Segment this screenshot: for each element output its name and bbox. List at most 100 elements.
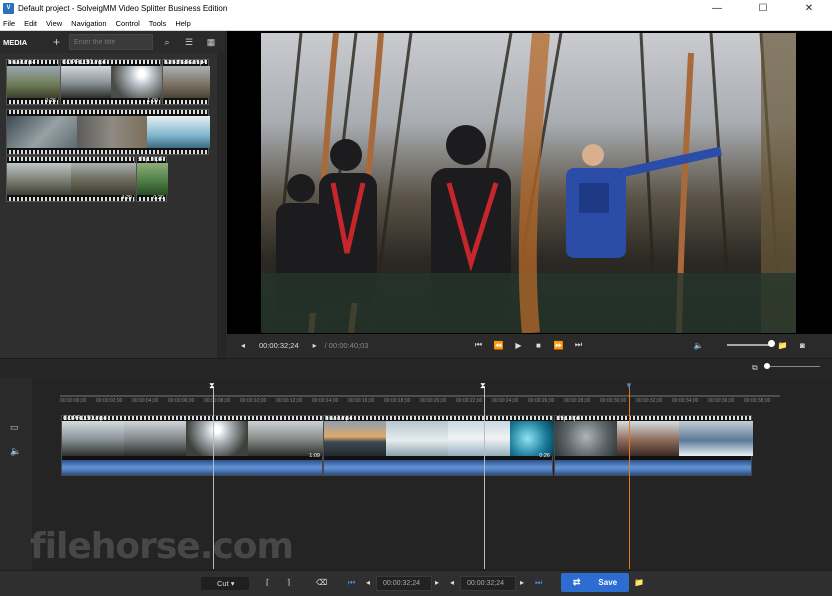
menu-bar: File Edit View Navigation Control Tools … (0, 16, 832, 31)
output-folder-icon[interactable]: 📁 (634, 578, 644, 587)
ruler-tick: 00:00:36;00 (708, 398, 735, 404)
media-scrollbar[interactable] (217, 53, 225, 358)
marker-icon[interactable]: ⧗ (480, 381, 486, 391)
minimize-button[interactable]: — (694, 3, 740, 14)
ruler-tick: 00:00:20;00 (420, 398, 447, 404)
media-search-input[interactable] (69, 34, 153, 50)
mode-dropdown[interactable]: Cut ▾ (201, 577, 249, 590)
clip-duration: 1:09 (309, 453, 320, 459)
media-clip[interactable]: brasil.mp4 0:26 (6, 59, 60, 105)
audio-waveform (555, 460, 751, 475)
go-start-icon[interactable]: ⏮ (468, 340, 488, 350)
ruler-tick: 00:00:22;00 (456, 398, 483, 404)
clip-name: GOPR1150.mp4 (62, 60, 106, 66)
clip-name: kamchatka.mp4 (164, 60, 207, 66)
mark-out-icon[interactable]: ⌉ (287, 578, 290, 587)
media-clip[interactable]: GOPR1150.mp4 1:09 (60, 59, 162, 105)
clip-duration: 4:20 (121, 195, 132, 201)
zoom-knob[interactable] (764, 363, 770, 369)
stop-icon[interactable]: ■ (528, 341, 548, 350)
zoom-icon[interactable]: ⧉ (752, 363, 758, 373)
go-end-icon[interactable]: ⏭ (568, 340, 588, 350)
step-back-icon[interactable]: ⏪ (488, 341, 508, 350)
audio-track-icon[interactable]: 🔈 (10, 446, 21, 457)
app-icon: V (3, 2, 14, 14)
clip-duration: 1:09 (147, 98, 158, 104)
timeline-ruler[interactable]: 00:00:00;00 00:00:02;00 00:00:04;00 00:0… (60, 388, 780, 406)
ruler-tick: 00:00:38;00 (744, 398, 771, 404)
go-next-marker-icon[interactable]: ⏭ (535, 578, 542, 588)
tc1-prev-icon[interactable]: ◂ (366, 578, 370, 587)
ruler-tick: 00:00:14;00 (312, 398, 339, 404)
delete-segment-icon[interactable]: ⌫ (316, 578, 327, 587)
folder-icon[interactable]: 📁 (772, 341, 792, 350)
add-media-button[interactable]: + (53, 35, 69, 49)
prev-frame-icon[interactable]: ◂ (233, 341, 253, 350)
grid-view-icon[interactable]: ▦ (203, 34, 219, 50)
mode-label: Cut (217, 579, 229, 588)
close-button[interactable]: ✕ (786, 3, 832, 14)
marker-icon[interactable]: ⧗ (209, 381, 215, 391)
volume-slider[interactable] (727, 344, 771, 346)
volume-icon[interactable]: 🔈 (688, 341, 708, 350)
timeline-clip[interactable]: ship.mp4 (554, 415, 753, 476)
segment-marker[interactable] (484, 386, 485, 569)
playhead[interactable] (629, 386, 630, 569)
ruler-tick: 00:00:12;00 (276, 398, 303, 404)
audio-waveform (324, 460, 552, 475)
volume-knob[interactable] (768, 340, 775, 347)
video-player (227, 31, 832, 334)
mark-in-icon[interactable]: ⌈ (266, 578, 269, 587)
clip-duration: 0:26 (539, 453, 550, 459)
ruler-tick: 00:00:08;00 (204, 398, 231, 404)
marker-in-timecode[interactable]: 00:00:32;24 (376, 576, 432, 591)
save-label: Save (598, 578, 618, 587)
save-button[interactable]: ⇄ Save (561, 573, 629, 592)
clip-duration: 0:20 (153, 195, 164, 201)
zoom-slider[interactable] (765, 366, 820, 367)
ruler-tick: 00:00:32;00 (636, 398, 663, 404)
maximize-button[interactable]: ☐ (740, 3, 786, 14)
search-icon[interactable]: ⌕ (159, 34, 175, 50)
video-track-icon[interactable]: ▭ (10, 422, 19, 433)
marker-out-timecode[interactable]: 00:00:32;24 (460, 576, 516, 591)
go-prev-marker-icon[interactable]: ⏮ (348, 578, 355, 588)
media-clip[interactable]: ship.mp4 0:20 (136, 156, 168, 202)
menu-navigation[interactable]: Navigation (71, 19, 106, 28)
tc2-prev-icon[interactable]: ◂ (450, 578, 454, 587)
timeline-clip[interactable]: GOPR1150.mp4 1:09 (61, 415, 324, 476)
ruler-tick: 00:00:02;00 (96, 398, 123, 404)
media-clip[interactable] (6, 109, 210, 155)
menu-help[interactable]: Help (175, 19, 190, 28)
media-clip[interactable]: 4:20 (6, 156, 136, 202)
next-frame-icon[interactable]: ▸ (305, 341, 325, 350)
ruler-tick: 00:00:06;00 (168, 398, 195, 404)
menu-file[interactable]: File (3, 19, 15, 28)
clip-name: GOPR1150.mp4 (63, 416, 107, 422)
tc2-next-icon[interactable]: ▸ (520, 578, 524, 587)
list-view-icon[interactable]: ☰ (181, 34, 197, 50)
ruler-tick: 00:00:34;00 (672, 398, 699, 404)
menu-view[interactable]: View (46, 19, 62, 28)
menu-tools[interactable]: Tools (149, 19, 167, 28)
ruler-tick: 00:00:18;00 (384, 398, 411, 404)
ruler-tick: 00:00:16;00 (348, 398, 375, 404)
media-clip[interactable]: kamchatka.mp4 (162, 59, 210, 105)
playhead-handle-icon[interactable]: ▼ (625, 381, 633, 390)
timeline-clip[interactable]: brasil.mp4 0:26 (323, 415, 554, 476)
track-headers: ▭ 🔈 (0, 378, 32, 570)
menu-edit[interactable]: Edit (24, 19, 37, 28)
clip-duration: 0:26 (45, 98, 56, 104)
ruler-tick: 00:00:00;00 (60, 398, 87, 404)
media-panel: MEDIA + ⌕ ☰ ▦ brasil.mp4 0:26 GOPR1150.m… (0, 31, 226, 358)
tc1-next-icon[interactable]: ▸ (435, 578, 439, 587)
window-title: Default project - SolveigMM Video Splitt… (18, 3, 228, 13)
snapshot-icon[interactable]: ◙ (792, 341, 812, 350)
menu-control[interactable]: Control (116, 19, 140, 28)
video-frame (261, 33, 796, 333)
total-duration: / 00:00:40;03 (324, 340, 369, 350)
watermark: filehorse.com (30, 526, 294, 567)
play-icon[interactable]: ▶ (508, 341, 528, 350)
step-forward-icon[interactable]: ⏩ (548, 341, 568, 350)
current-timecode[interactable]: 00:00:32;24 (259, 341, 299, 350)
